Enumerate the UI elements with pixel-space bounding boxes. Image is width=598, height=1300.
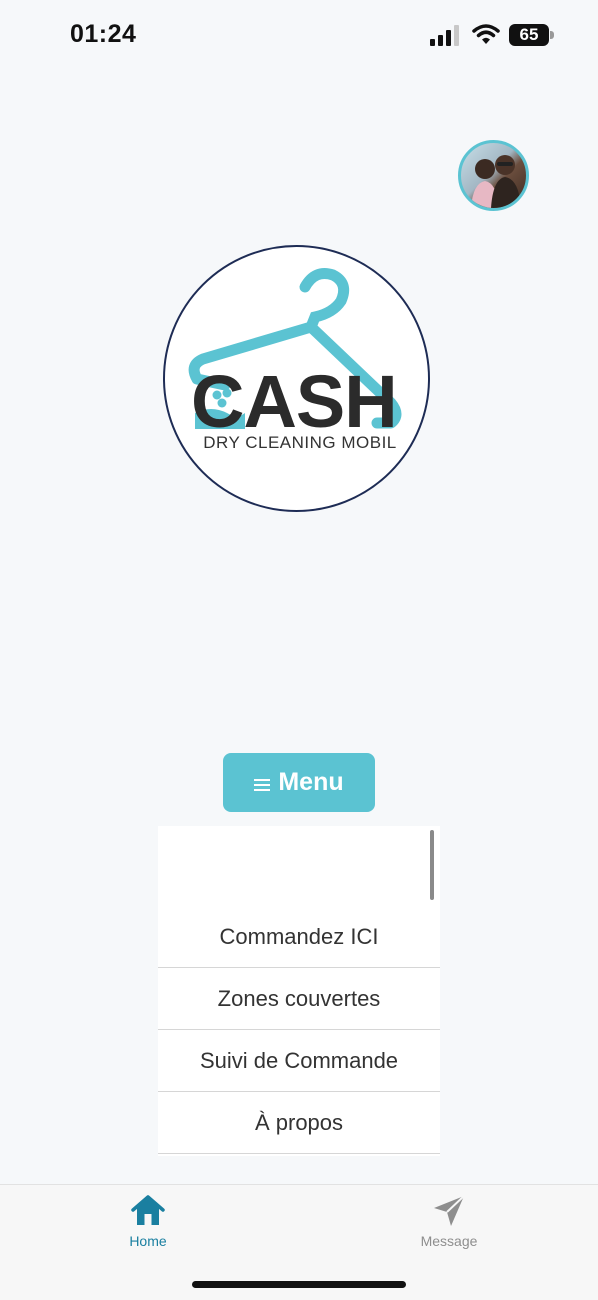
home-icon [131, 1195, 165, 1225]
tab-home-label: Home [129, 1233, 167, 1249]
menu-item-label: Commandez ICI [219, 923, 379, 949]
menu-button[interactable]: Menu [223, 753, 375, 812]
menu-item-commandez[interactable]: Commandez ICI [158, 906, 440, 968]
scrollbar[interactable] [430, 830, 434, 900]
wifi-icon [472, 24, 500, 44]
logo-subtitle: DRY CLEANING MOBIL [203, 433, 397, 452]
brand-logo: CASH DRY CLEANING MOBIL [163, 245, 430, 512]
menu-item-zones[interactable]: Zones couvertes [158, 968, 440, 1030]
home-indicator [192, 1281, 406, 1288]
tab-home[interactable]: Home [88, 1193, 208, 1253]
menu-item-apropos[interactable]: À propos [158, 1092, 440, 1154]
status-time: 01:24 [70, 20, 137, 48]
hamburger-icon [254, 778, 271, 791]
menu-item-label: Zones couvertes [217, 985, 381, 1011]
signal-icon [430, 25, 459, 46]
battery-tip [550, 31, 554, 39]
menu-item-label: À propos [254, 1109, 344, 1135]
status-bar: 01:24 65 [0, 0, 598, 72]
battery-level: 65 [519, 25, 539, 44]
menu-item-suivi[interactable]: Suivi de Commande [158, 1030, 440, 1092]
menu-dropdown: Commandez ICI Zones couvertes Suivi de C… [158, 826, 440, 1156]
avatar[interactable] [458, 140, 529, 211]
menu-item-label: Suivi de Commande [199, 1047, 399, 1073]
tab-message-label: Message [420, 1233, 478, 1249]
battery-icon: 65 [509, 24, 549, 46]
logo-title: CASH [191, 360, 398, 443]
menu-button-label: Menu [278, 768, 344, 796]
profile-photo [471, 155, 521, 208]
send-icon [434, 1195, 465, 1226]
tab-message[interactable]: Message [389, 1193, 509, 1253]
